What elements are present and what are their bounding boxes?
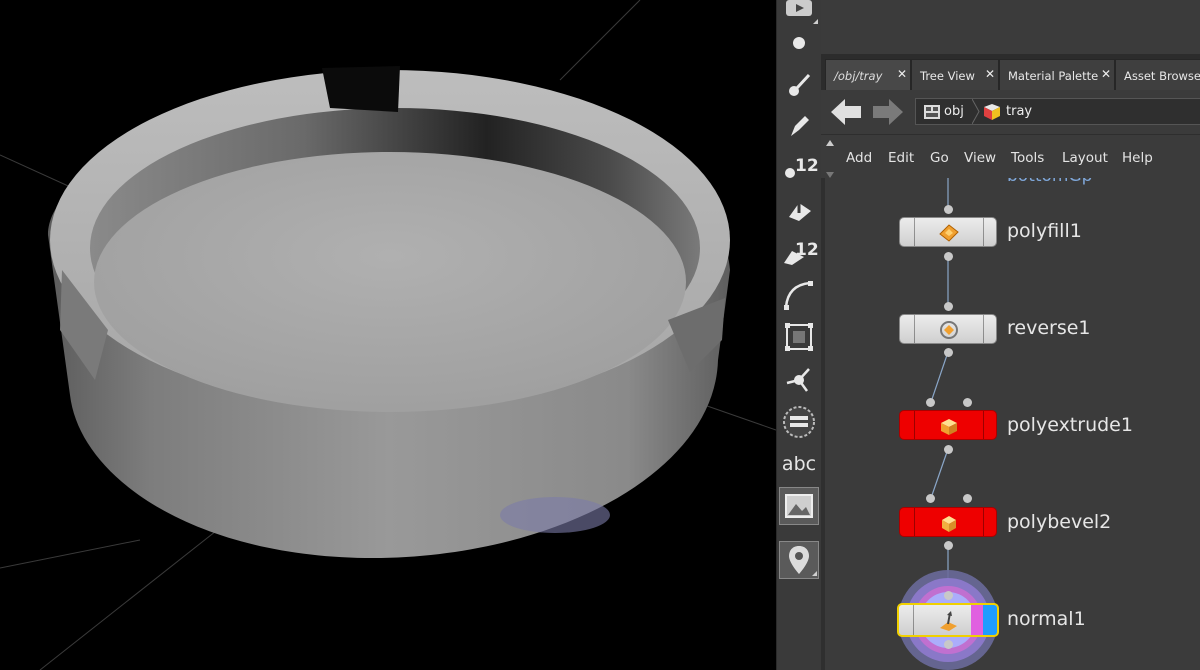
viewport-toolbar: 12 12 abc — [776, 0, 822, 670]
node-normal1[interactable] — [897, 603, 999, 637]
input-port[interactable] — [963, 494, 972, 503]
polyextrude-icon — [941, 419, 957, 435]
tab-label: Asset Browser — [1124, 69, 1200, 83]
menu-edit[interactable]: Edit — [888, 150, 914, 166]
input-port[interactable] — [926, 494, 935, 503]
display-flag[interactable] — [971, 605, 983, 635]
point-icon[interactable] — [779, 24, 819, 62]
node-name-polyextrude1: polyextrude1 — [1007, 414, 1133, 436]
render-flag[interactable] — [983, 605, 997, 635]
wireframe-icon[interactable] — [779, 403, 819, 441]
input-port[interactable] — [963, 398, 972, 407]
menu-add[interactable]: Add — [846, 150, 872, 166]
tab-label: Tree View — [920, 69, 975, 83]
tab-asset-browser[interactable]: Asset Browser — [1115, 59, 1200, 90]
input-port[interactable] — [944, 205, 953, 214]
svg-text:12: 12 — [795, 156, 818, 176]
tray-model-render — [0, 0, 776, 670]
pen-icon[interactable] — [779, 107, 819, 145]
node-name-polybevel2: polybevel2 — [1007, 511, 1112, 533]
output-port[interactable] — [944, 348, 953, 357]
pane-tabs: /obj/tray ✕ Tree View ✕ Material Palette… — [821, 54, 1200, 90]
path-bar: obj tray — [821, 90, 1200, 135]
menu-go[interactable]: Go — [930, 150, 949, 166]
geometry-object-icon — [984, 104, 1000, 120]
menu-layout[interactable]: Layout — [1062, 150, 1108, 166]
handle-icon[interactable] — [779, 360, 819, 398]
view-icon[interactable] — [779, 0, 819, 26]
menu-tools[interactable]: Tools — [1011, 150, 1044, 166]
obj-context-icon — [924, 105, 940, 119]
network-view[interactable]: bottomGp polyfill1 — [821, 178, 1200, 670]
background-image-icon[interactable] — [779, 487, 819, 525]
point-numbers-icon[interactable]: 12 — [779, 148, 819, 186]
breadcrumb-tray[interactable]: tray — [1006, 104, 1032, 119]
node-polyextrude1[interactable] — [899, 410, 997, 440]
checker-icon[interactable] — [779, 318, 819, 356]
location-pin-icon[interactable] — [779, 541, 819, 579]
tab-tree-view[interactable]: Tree View ✕ — [911, 59, 999, 90]
brush-icon[interactable] — [779, 66, 819, 104]
output-port[interactable] — [944, 252, 953, 261]
text-icon-label: abc — [781, 453, 817, 475]
tab-obj-tray[interactable]: /obj/tray ✕ — [825, 59, 911, 90]
close-icon[interactable]: ✕ — [984, 68, 996, 80]
forward-arrow-icon[interactable] — [871, 96, 905, 128]
tab-label: /obj/tray — [834, 69, 883, 83]
output-port[interactable] — [944, 541, 953, 550]
primitive-icon[interactable] — [779, 190, 819, 228]
svg-text:12: 12 — [795, 240, 818, 260]
network-menu-bar: Add Edit Go View Tools Layout Help — [821, 136, 1200, 178]
reverse-icon — [940, 321, 958, 339]
node-reverse1[interactable] — [899, 314, 997, 344]
input-port[interactable] — [944, 591, 953, 600]
breadcrumb-separator-icon — [972, 99, 980, 124]
text-icon[interactable]: abc — [779, 445, 819, 483]
network-editor-pane: /obj/tray ✕ Tree View ✕ Material Palette… — [821, 0, 1200, 670]
output-port[interactable] — [944, 640, 953, 649]
menu-view[interactable]: View — [964, 150, 996, 166]
back-arrow-icon[interactable] — [829, 96, 863, 128]
close-icon[interactable]: ✕ — [896, 68, 908, 80]
primitive-numbers-icon[interactable]: 12 — [779, 232, 819, 270]
polyfill-icon — [939, 224, 959, 242]
tab-material-palette[interactable]: Material Palette ✕ — [999, 59, 1115, 90]
menu-scroll-icon[interactable] — [825, 136, 835, 178]
node-polyfill1[interactable] — [899, 217, 997, 247]
close-icon[interactable]: ✕ — [1100, 68, 1112, 80]
node-polybevel2[interactable] — [899, 507, 997, 537]
node-name-normal1: normal1 — [1007, 608, 1086, 630]
output-port[interactable] — [944, 445, 953, 454]
node-name-polyfill1: polyfill1 — [1007, 220, 1082, 242]
normal-icon — [940, 611, 957, 631]
node-name-reverse1: reverse1 — [1007, 317, 1091, 339]
menu-help[interactable]: Help — [1122, 150, 1153, 166]
input-port[interactable] — [926, 398, 935, 407]
polybevel-icon — [942, 516, 956, 532]
3d-viewport[interactable] — [0, 0, 776, 670]
input-port[interactable] — [944, 302, 953, 311]
path-field[interactable]: obj tray — [915, 98, 1200, 125]
tab-label: Material Palette — [1008, 69, 1099, 83]
curve-icon[interactable] — [779, 276, 819, 314]
breadcrumb-obj[interactable]: obj — [944, 104, 964, 119]
